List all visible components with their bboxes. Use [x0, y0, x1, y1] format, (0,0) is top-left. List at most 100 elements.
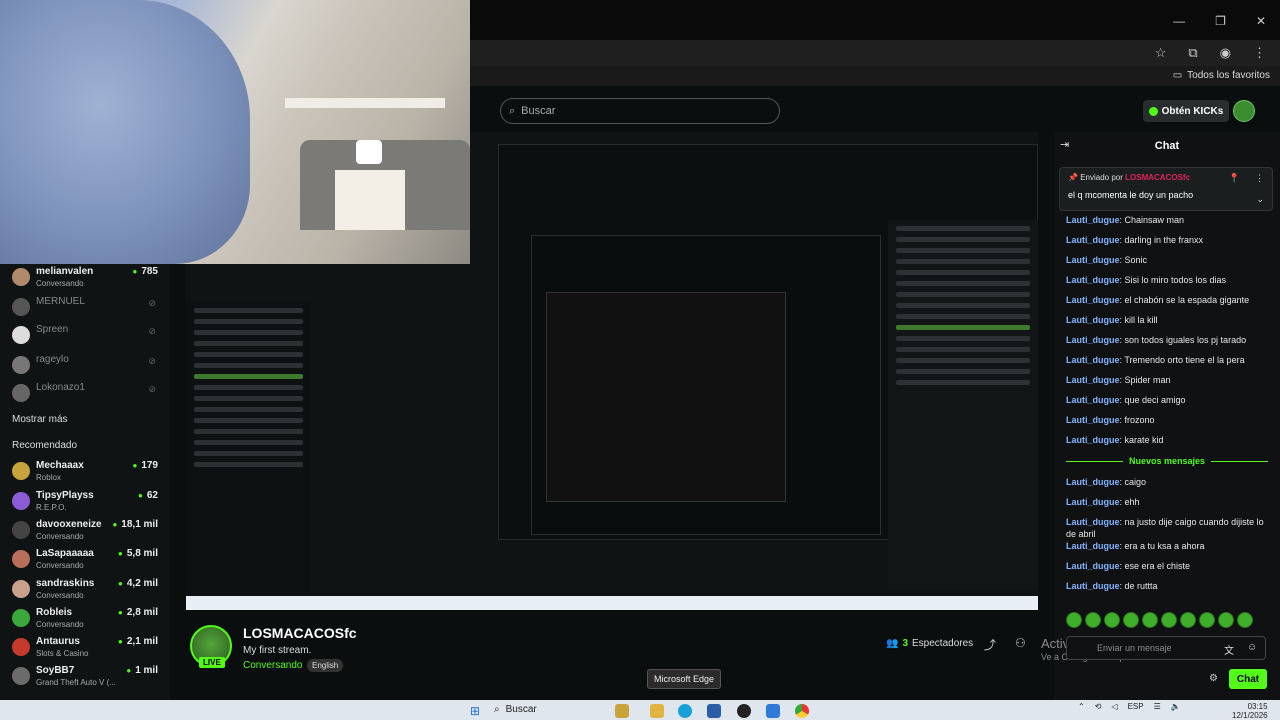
emote-icon[interactable]: [1085, 612, 1101, 628]
chat-username[interactable]: Lauti_dugue: [1066, 581, 1120, 591]
sidebar-item-rageylo[interactable]: rageylo ⊘: [12, 352, 162, 380]
avatar: [12, 298, 30, 316]
user-avatar[interactable]: [1233, 100, 1255, 122]
chat-username[interactable]: Lauti_dugue: [1066, 355, 1120, 365]
sidebar-item-antaurus[interactable]: Antaurus Slots & Casino 2,1 mil: [12, 634, 162, 662]
emote-icon[interactable]: [1104, 612, 1120, 628]
sidebar-item-lokonazo1[interactable]: Lokonazo1 ⊘: [12, 380, 162, 408]
chevron-up-icon[interactable]: ⌃: [1078, 702, 1085, 711]
extensions-icon[interactable]: ⧉: [1188, 45, 1197, 61]
emote-icon[interactable]: [1180, 612, 1196, 628]
channel-name: Lokonazo1: [36, 382, 85, 393]
chat-username[interactable]: Lauti_dugue: [1066, 335, 1120, 345]
sidebar-item-tipsyplayss[interactable]: TipsyPlayss R.E.P.O. 62: [12, 488, 162, 516]
chevron-down-icon[interactable]: ⌄: [1256, 194, 1264, 205]
sidebar-item-mernuel[interactable]: MERNUEL ⊘: [12, 294, 162, 322]
chat-username[interactable]: Lauti_dugue: [1066, 275, 1120, 285]
chat-message: Lauti_dugue: de ruttta: [1066, 580, 1266, 592]
show-more-link[interactable]: Mostrar más: [12, 414, 68, 425]
pin-icon[interactable]: 📍: [1229, 173, 1240, 184]
chrome-icon[interactable]: [795, 704, 809, 718]
emote-icon[interactable]: [1237, 612, 1253, 628]
chat-username[interactable]: Lauti_dugue: [1066, 415, 1120, 425]
store-icon[interactable]: [707, 704, 721, 718]
more-options-icon[interactable]: ⋮: [1255, 173, 1264, 184]
pinned-by: 📌 Enviado por LOSMACACOSfc: [1068, 173, 1190, 182]
sidebar-item-mechaaax[interactable]: Mechaaax Roblox 179: [12, 458, 162, 486]
user-badge-icon[interactable]: ⚇: [1015, 636, 1026, 650]
translate-icon[interactable]: 文: [1224, 642, 1234, 657]
send-chat-button[interactable]: Chat: [1229, 669, 1267, 689]
star-icon[interactable]: ☆: [1155, 45, 1167, 61]
close-button[interactable]: ✕: [1256, 14, 1266, 28]
chat-username[interactable]: Lauti_dugue: [1066, 561, 1120, 571]
app-icon[interactable]: [766, 704, 780, 718]
gear-icon[interactable]: ⚙: [1209, 673, 1218, 684]
emote-icon[interactable]: [1218, 612, 1234, 628]
windows-start-icon[interactable]: ⊞: [470, 704, 480, 718]
nested-screen-capture-3: [546, 292, 786, 502]
chat-message-input[interactable]: Enviar un mensaje: [1066, 636, 1266, 660]
get-kicks-label: Obtén KICKs: [1161, 105, 1224, 117]
search-input[interactable]: ⌕ Buscar: [500, 98, 780, 124]
channel-name: Spreen: [36, 324, 69, 335]
app-icon[interactable]: [737, 704, 751, 718]
sidebar-item-soybb7[interactable]: SoyBB7 Grand Theft Auto V (... 1 mil: [12, 663, 162, 691]
file-explorer-icon[interactable]: [650, 704, 664, 718]
chat-text: : era a tu ksa a ahora: [1119, 541, 1205, 551]
sidebar: melianvalen Conversando 785 MERNUEL ⊘ Sp…: [0, 264, 170, 700]
chat-username[interactable]: Lauti_dugue: [1066, 517, 1120, 527]
sidebar-item-spreen[interactable]: Spreen ⊘: [12, 322, 162, 350]
viewer-count: 18,1 mil: [112, 519, 158, 530]
widget-icon[interactable]: [615, 704, 629, 718]
wifi-icon[interactable]: ☰: [1154, 702, 1161, 711]
pinned-message[interactable]: 📌 Enviado por LOSMACACOSfc el q mcomenta…: [1059, 167, 1273, 211]
emote-icon[interactable]: [1123, 612, 1139, 628]
emote-icon[interactable]: [1161, 612, 1177, 628]
stream-category[interactable]: Conversando: [243, 660, 302, 671]
minimize-button[interactable]: —: [1173, 14, 1185, 28]
sidebar-item-lasapaaaaa[interactable]: LaSapaaaaa Conversando 5,8 mil: [12, 546, 162, 574]
webcam-overlay: [0, 0, 470, 264]
chat-username[interactable]: Lauti_dugue: [1066, 315, 1120, 325]
maximize-button[interactable]: ❐: [1215, 14, 1226, 28]
volume-icon[interactable]: ◁: [1111, 702, 1117, 711]
sidebar-item-davooxeneize[interactable]: davooxeneize Conversando 18,1 mil: [12, 517, 162, 545]
chat-text: : ehh: [1119, 497, 1140, 507]
profile-icon[interactable]: ◉: [1220, 45, 1231, 61]
window-controls: — ❐ ✕: [1173, 14, 1266, 28]
sidebar-item-robleis[interactable]: Robleis Conversando 2,8 mil: [12, 605, 162, 633]
language-indicator[interactable]: ESP: [1128, 702, 1144, 711]
get-kicks-button[interactable]: Obtén KICKs: [1143, 100, 1229, 122]
sidebar-item-melianvalen[interactable]: melianvalen Conversando 785: [12, 264, 162, 292]
chat-username[interactable]: Lauti_dugue: [1066, 235, 1120, 245]
chat-username[interactable]: Lauti_dugue: [1066, 295, 1120, 305]
channel-name[interactable]: LOSMACACOSfc: [243, 625, 357, 641]
chat-username[interactable]: Lauti_dugue: [1066, 435, 1120, 445]
chat-username[interactable]: Lauti_dugue: [1066, 215, 1120, 225]
viewer-count: 179: [132, 460, 158, 471]
sidebar-item-sandraskins[interactable]: sandraskins Conversando 4,2 mil: [12, 576, 162, 604]
chat-username[interactable]: Lauti_dugue: [1066, 255, 1120, 265]
menu-icon[interactable]: ⋮: [1253, 45, 1266, 61]
bookmark-all-favorites[interactable]: ▭ Todos los favoritos: [1173, 70, 1270, 81]
edge-icon[interactable]: [678, 704, 692, 718]
chat-username[interactable]: Lauti_dugue: [1066, 497, 1120, 507]
chat-username[interactable]: Lauti_dugue: [1066, 395, 1120, 405]
share-icon[interactable]: ⤴: [984, 636, 996, 653]
chat-message: Lauti_dugue: Sonic: [1066, 254, 1266, 266]
emote-icon[interactable]: [1142, 612, 1158, 628]
collapse-chat-icon[interactable]: ⇥: [1060, 138, 1069, 151]
chat-username[interactable]: Lauti_dugue: [1066, 541, 1120, 551]
offline-icon: ⊘: [148, 384, 156, 394]
emote-icon[interactable]: [1066, 612, 1082, 628]
taskbar-search[interactable]: ⌕ Buscar: [494, 704, 537, 715]
chat-username[interactable]: Lauti_dugue: [1066, 477, 1120, 487]
chat-username[interactable]: Lauti_dugue: [1066, 375, 1120, 385]
emote-icon[interactable]: [1199, 612, 1215, 628]
stream-tag[interactable]: English: [307, 659, 344, 672]
network-icon[interactable]: ⟲: [1095, 702, 1102, 711]
speaker-icon[interactable]: 🔈: [1171, 702, 1181, 711]
taskbar-clock[interactable]: 03:15 12/1/2026: [1232, 702, 1268, 720]
emoji-icon[interactable]: ☺: [1247, 642, 1257, 653]
